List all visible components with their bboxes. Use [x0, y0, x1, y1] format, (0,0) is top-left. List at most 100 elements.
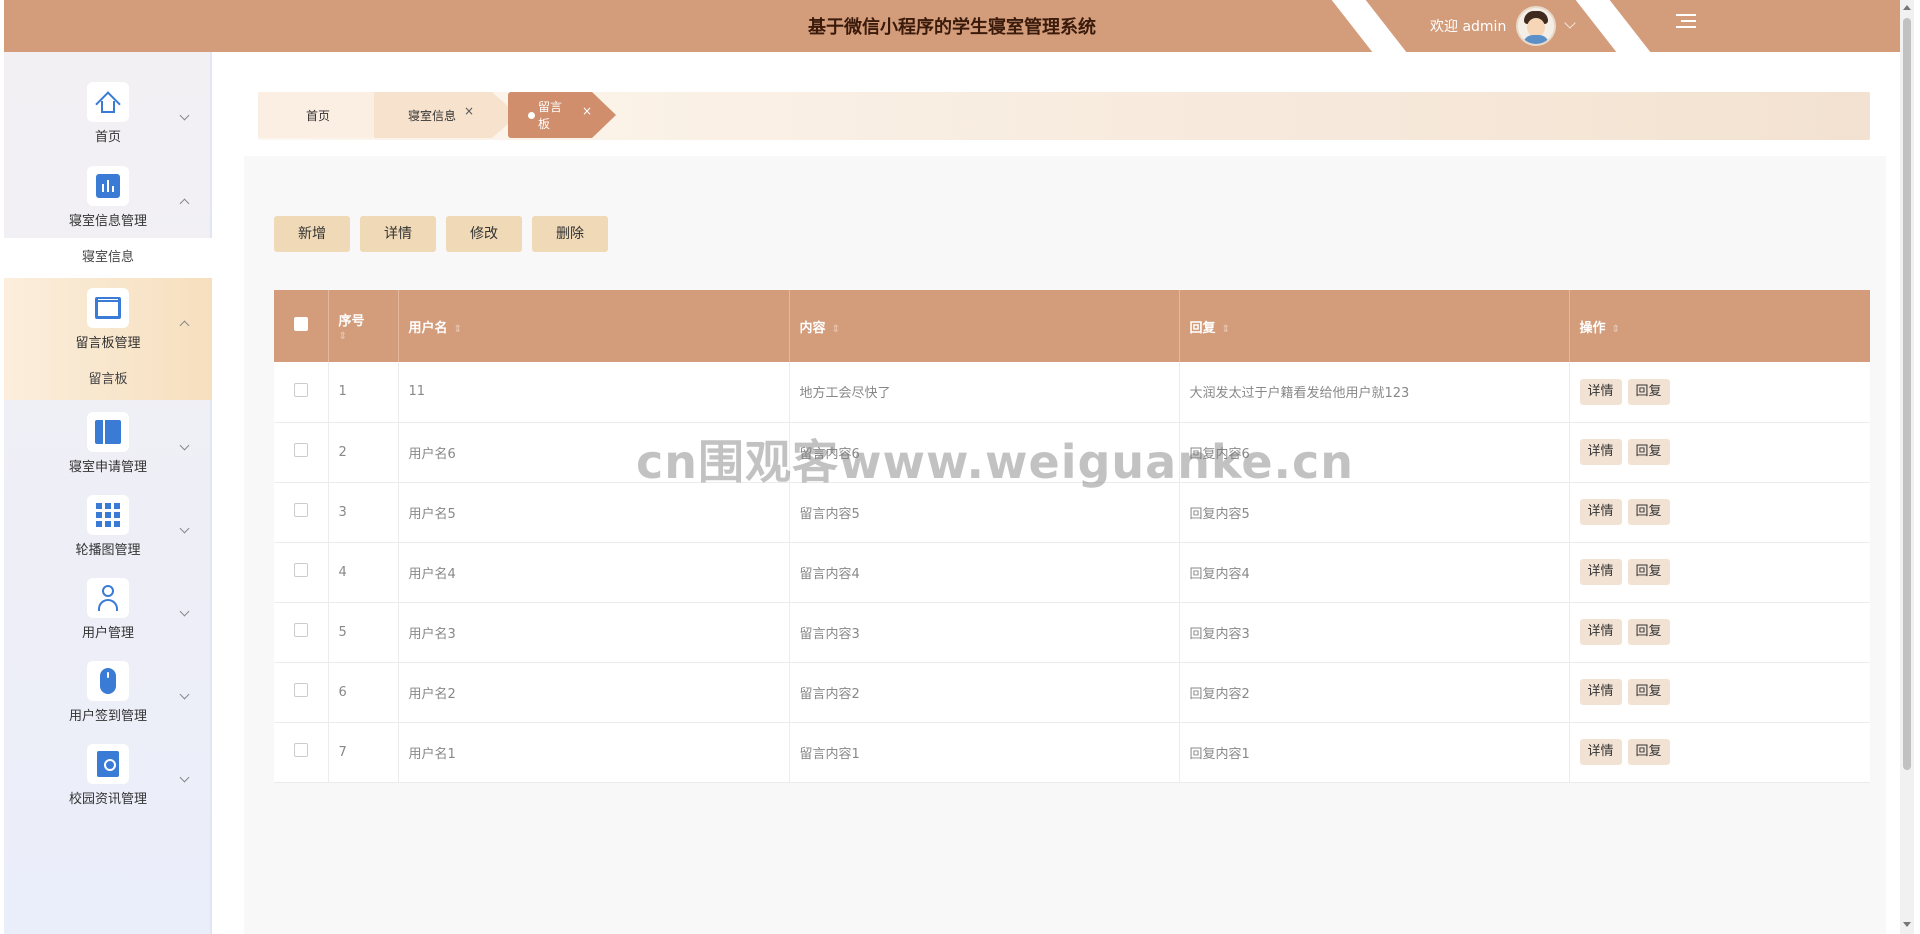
cell-reply: 回复内容6: [1179, 422, 1570, 482]
cell-no: 7: [328, 722, 399, 782]
cell-reply: 回复内容3: [1179, 602, 1570, 662]
app-title: 基于微信小程序的学生寝室管理系统: [808, 17, 1096, 38]
chevron-down-icon[interactable]: [1564, 17, 1576, 29]
row-checkbox[interactable]: [274, 662, 329, 722]
cell-username: 11: [398, 362, 790, 422]
row-checkbox[interactable]: [274, 722, 329, 782]
sidebar-item-label: 轮播图管理: [75, 543, 141, 558]
sidebar-item-user-management[interactable]: 用户管理: [4, 578, 212, 641]
column-header-content[interactable]: 内容 ⇕: [789, 290, 1180, 362]
avatar[interactable]: [1516, 6, 1557, 46]
cell-no: 6: [328, 662, 399, 722]
grid-icon: [87, 495, 129, 535]
row-checkbox[interactable]: [274, 482, 329, 542]
sidebar-subitem-dorm-info[interactable]: 寝室信息: [4, 238, 212, 278]
page-scrollbar[interactable]: [1900, 0, 1914, 934]
row-reply-button[interactable]: 回复: [1627, 559, 1670, 585]
row-reply-button[interactable]: 回复: [1627, 679, 1670, 705]
sidebar-item-label: 用户签到管理: [68, 709, 147, 724]
tab-dorm-info[interactable]: 寝室信息 ×: [374, 92, 518, 138]
column-header-actions[interactable]: 操作 ⇕: [1569, 290, 1870, 362]
table-row[interactable]: 7 用户名1 留言内容1 回复内容1 详情 回复: [274, 722, 1870, 782]
row-detail-button[interactable]: 详情: [1579, 378, 1622, 405]
cell-actions: 详情 回复: [1569, 422, 1870, 482]
sidebar-item-campus-news-management[interactable]: 校园资讯管理: [4, 744, 212, 807]
add-button[interactable]: 新增: [274, 216, 350, 252]
user-menu[interactable]: 欢迎 admin: [1430, 6, 1576, 46]
sidebar-item-dorm-info-management[interactable]: 寝室信息管理: [4, 166, 212, 229]
column-header-no[interactable]: 序号 ⇕: [328, 290, 399, 362]
table-row[interactable]: 3 用户名5 留言内容5 回复内容5 详情 回复: [274, 482, 1870, 542]
row-reply-button[interactable]: 回复: [1627, 439, 1670, 465]
sidebar-item-label: 用户管理: [81, 626, 134, 641]
cell-content: 留言内容4: [789, 542, 1180, 602]
sidebar-item-message-board-management[interactable]: 留言板管理: [4, 288, 212, 351]
row-detail-button[interactable]: 详情: [1579, 559, 1622, 585]
row-detail-button[interactable]: 详情: [1579, 679, 1622, 705]
breadcrumb-tabs: 首页 寝室信息 × 留言板 ×: [258, 92, 1870, 140]
cell-reply: 大润发太过于户籍看发给他用户就123: [1179, 362, 1570, 422]
cell-reply: 回复内容1: [1179, 722, 1570, 782]
cell-actions: 详情 回复: [1569, 362, 1870, 422]
table-row[interactable]: 2 用户名6 留言内容6 回复内容6 详情 回复: [274, 422, 1870, 482]
cell-actions: 详情 回复: [1569, 602, 1870, 662]
tab-bar-container: 首页 寝室信息 × 留言板 ×: [244, 78, 1886, 156]
sidebar-item-home[interactable]: 首页: [4, 82, 212, 145]
tab-label: 寝室信息: [408, 108, 457, 123]
sidebar-item-label: 留言板管理: [75, 336, 141, 351]
sort-icon[interactable]: ⇕: [832, 324, 840, 335]
table-row[interactable]: 5 用户名3 留言内容3 回复内容3 详情 回复: [274, 602, 1870, 662]
row-reply-button[interactable]: 回复: [1627, 378, 1670, 405]
tab-message-board[interactable]: 留言板 ×: [508, 92, 616, 138]
close-icon[interactable]: ×: [464, 104, 474, 118]
table-row[interactable]: 6 用户名2 留言内容2 回复内容2 详情 回复: [274, 662, 1870, 722]
cell-content: 留言内容1: [789, 722, 1180, 782]
toolbar: 新增 详情 修改 删除: [274, 216, 618, 252]
menu-toggle-icon[interactable]: [1676, 14, 1696, 30]
sort-icon[interactable]: ⇕: [339, 331, 398, 342]
chevron-up-icon: [179, 320, 190, 331]
detail-button[interactable]: 详情: [360, 216, 436, 252]
sidebar-item-user-checkin-management[interactable]: 用户签到管理: [4, 661, 212, 724]
cell-no: 2: [328, 422, 399, 482]
column-header-username[interactable]: 用户名 ⇕: [398, 290, 790, 362]
scroll-thumb[interactable]: [1903, 18, 1911, 770]
edit-button[interactable]: 修改: [446, 216, 522, 252]
message-table: 序号 ⇕ 用户名 ⇕ 内容 ⇕ 回复 ⇕ 操作 ⇕ 1 11 地方工会尽快了 大润发太过于户籍看…: [274, 290, 1870, 783]
row-detail-button[interactable]: 详情: [1579, 739, 1622, 765]
row-reply-button[interactable]: 回复: [1627, 499, 1670, 525]
user-icon: [87, 578, 129, 618]
row-checkbox[interactable]: [274, 542, 329, 602]
table-row[interactable]: 4 用户名4 留言内容4 回复内容4 详情 回复: [274, 542, 1870, 602]
active-dot-icon: [528, 111, 535, 119]
sidebar-item-dorm-application-management[interactable]: 寝室申请管理: [4, 412, 212, 475]
row-reply-button[interactable]: 回复: [1627, 739, 1670, 765]
table-header-row: 序号 ⇕ 用户名 ⇕ 内容 ⇕ 回复 ⇕ 操作 ⇕: [274, 290, 1870, 362]
sort-icon[interactable]: ⇕: [454, 324, 462, 335]
delete-button[interactable]: 删除: [532, 216, 608, 252]
row-detail-button[interactable]: 详情: [1579, 619, 1622, 645]
row-checkbox[interactable]: [274, 362, 329, 422]
select-all-checkbox[interactable]: [274, 290, 329, 362]
row-reply-button[interactable]: 回复: [1627, 619, 1670, 645]
row-detail-button[interactable]: 详情: [1579, 499, 1622, 525]
sidebar-subitem-message-board[interactable]: 留言板: [4, 360, 212, 400]
sidebar-item-label: 寝室申请管理: [68, 460, 147, 475]
main-content: 首页 寝室信息 × 留言板 × 新增 详情 修改 删除 序号 ⇕ 用户名 ⇕ 内…: [214, 52, 1900, 934]
column-header-reply[interactable]: 回复 ⇕: [1179, 290, 1570, 362]
sort-icon[interactable]: ⇕: [1612, 324, 1620, 335]
sort-icon[interactable]: ⇕: [1222, 324, 1230, 335]
chevron-up-icon: [179, 198, 190, 209]
cell-actions: 详情 回复: [1569, 722, 1870, 782]
sidebar-item-label: 校园资讯管理: [68, 792, 147, 807]
table-row[interactable]: 1 11 地方工会尽快了 大润发太过于户籍看发给他用户就123 详情 回复: [274, 362, 1870, 422]
sidebar-item-carousel-management[interactable]: 轮播图管理: [4, 495, 212, 558]
scroll-up-icon[interactable]: [1903, 5, 1911, 10]
row-checkbox[interactable]: [274, 422, 329, 482]
cell-reply: 回复内容5: [1179, 482, 1570, 542]
row-detail-button[interactable]: 详情: [1579, 439, 1622, 465]
row-checkbox[interactable]: [274, 602, 329, 662]
cell-no: 5: [328, 602, 399, 662]
scroll-down-icon[interactable]: [1903, 922, 1911, 927]
close-icon[interactable]: ×: [582, 104, 592, 118]
